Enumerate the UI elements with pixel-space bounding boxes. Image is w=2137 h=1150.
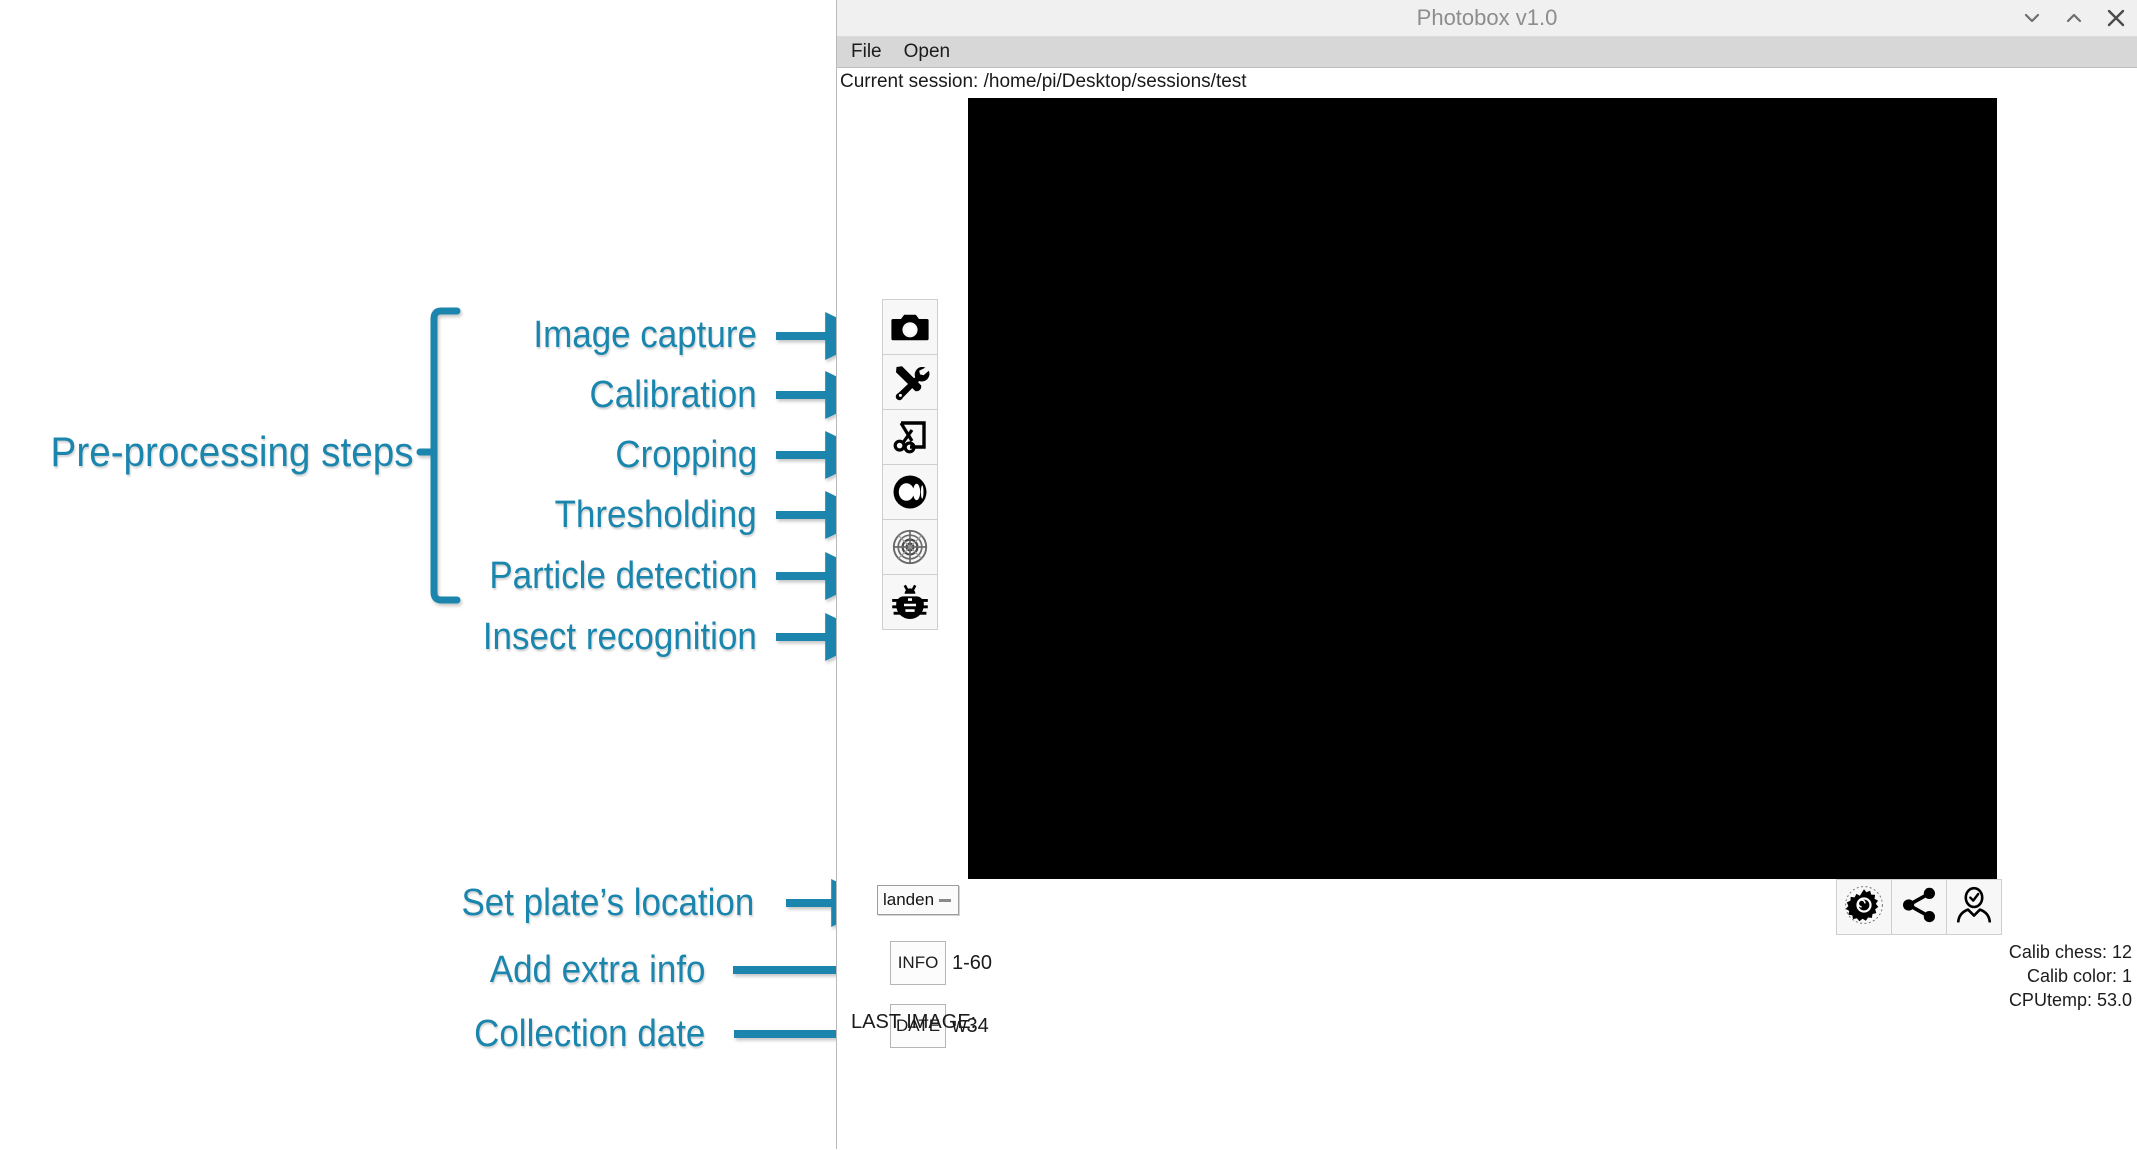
crop-scissors-icon [890, 417, 930, 457]
thresholding-button[interactable] [882, 464, 938, 520]
annotation-extra-info: Add extra info [489, 949, 705, 991]
annotation-step-5: Particle detection [488, 555, 757, 597]
calibration-button[interactable] [882, 354, 938, 410]
bug-icon [890, 582, 930, 622]
model-inference-button[interactable] [1891, 879, 1947, 935]
annotation-step-1: Image capture [533, 314, 757, 356]
manual-verification-button[interactable] [1946, 879, 2002, 935]
preprocessing-bracket [416, 307, 461, 604]
annotation-step-4: Thresholding [554, 494, 757, 536]
share-nodes-icon [1899, 885, 1939, 930]
current-session-label: Current session: /home/pi/Desktop/sessio… [840, 71, 1247, 92]
calib-chess-status: Calib chess: 12 [2008, 942, 2132, 962]
last-image-label: LAST IMAGE: [851, 1011, 977, 1033]
calib-color-status: Calib color: 1 [2026, 965, 2132, 986]
photobox-window: Photobox v1.0 File Open Current session:… [836, 0, 2137, 1149]
annotation-location: Set plate’s location [461, 882, 754, 924]
annotation-collection-date: Collection date [473, 1013, 705, 1055]
session-bar: Current session: /home/pi/Desktop/sessio… [837, 68, 2137, 96]
title-bar: Photobox v1.0 [837, 0, 2137, 37]
menu-open[interactable]: Open [904, 41, 950, 63]
menu-bar: File Open [837, 37, 2137, 68]
cpu-temp-status: CPUtemp: 53.0 [2008, 989, 2132, 1010]
contrast-circle-icon [890, 472, 930, 512]
apply-preprocessing-button[interactable] [1836, 879, 1892, 935]
annotation-group-label: Pre-processing steps [51, 428, 414, 475]
plate-location-select[interactable]: landen [877, 885, 959, 915]
annotation-step-3: Cropping [615, 434, 757, 476]
info-value: 1-60 [952, 951, 993, 974]
tools-icon [890, 362, 930, 402]
cropping-button[interactable] [882, 409, 938, 465]
annotation-step-2: Calibration [589, 374, 757, 416]
maximize-icon[interactable] [2061, 5, 2087, 31]
image-capture-button[interactable] [882, 299, 938, 355]
info-button[interactable]: INFO [890, 941, 946, 985]
window-title: Photobox v1.0 [1416, 5, 1558, 30]
action-toolbar [1836, 879, 2002, 935]
image-preview-canvas[interactable] [968, 98, 1997, 879]
status-readouts: Calib chess: 12 Calib color: 1 CPUtemp: … [2002, 941, 2132, 1012]
gear-icon [1844, 885, 1884, 930]
extra-info-row: INFO 1-60 [890, 941, 992, 985]
person-check-icon [1954, 885, 1994, 930]
menu-file[interactable]: File [851, 41, 882, 63]
chevron-down-icon [937, 896, 953, 904]
window-controls [2019, 0, 2129, 36]
camera-icon [890, 307, 930, 347]
plate-location-value: landen [883, 890, 935, 909]
close-icon[interactable] [2103, 5, 2129, 31]
annotation-step-6: Insect recognition [482, 616, 757, 658]
app-content: Calib chess: 12 Calib color: 1 CPUtemp: … [837, 96, 2137, 1150]
insect-recognition-button[interactable] [882, 574, 938, 630]
pipeline-toolbar [882, 299, 938, 630]
particle-detection-button[interactable] [882, 519, 938, 575]
target-radar-icon [890, 527, 930, 567]
minimize-icon[interactable] [2019, 5, 2045, 31]
